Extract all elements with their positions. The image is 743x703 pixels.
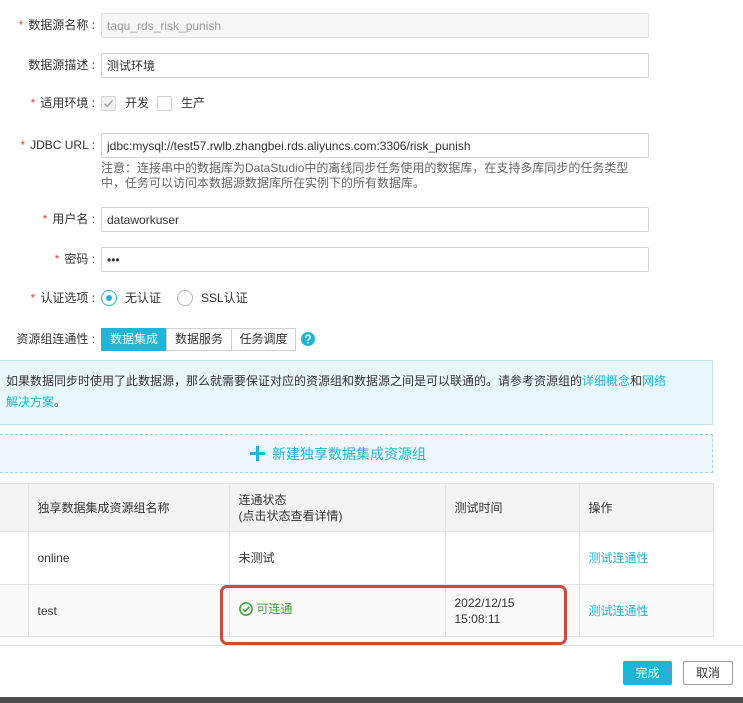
env-prod-checkbox[interactable] <box>157 96 172 111</box>
tab-task-scheduling[interactable]: 任务调度 <box>231 328 296 351</box>
info-line-1: 如果数据同步时使用了此数据源，那么就需要保证对应的资源组和数据源之间是可以联通的… <box>6 371 706 392</box>
note-line: 中，任务可以访问本数据源数据库所在实例下的所有数据库。 <box>101 176 426 190</box>
add-resource-group-label: 新建独享数据集成资源组 <box>272 445 426 462</box>
column-header-status: 连通状态 (点击状态查看详情) <box>228 483 446 532</box>
status-header-hint: (点击状态查看详情) <box>238 508 343 523</box>
label-datasource-name: * 数据源名称 : <box>0 17 95 33</box>
network-solution-link[interactable]: 解决方案 <box>6 395 54 409</box>
column-header-name: 独享数据集成资源组名称 <box>27 483 230 532</box>
datasource-name-input <box>101 13 649 38</box>
table-header-row: 独享数据集成资源组名称 连通状态 (点击状态查看详情) 测试时间 操作 <box>0 483 714 532</box>
env-dev-checkbox <box>101 96 116 111</box>
table-row: online 未测试 测试连通性 <box>0 531 714 585</box>
select-cell <box>0 584 29 637</box>
check-icon <box>103 99 114 108</box>
select-cell <box>0 531 29 585</box>
password-input[interactable] <box>101 247 649 272</box>
test-date: 2022/12/15 <box>454 595 515 610</box>
label-text: 密码 : <box>64 252 95 266</box>
label-text: 适用环境 : <box>40 96 95 110</box>
column-header-action: 操作 <box>578 483 714 532</box>
required-mark: * <box>20 138 26 152</box>
column-header-test-time: 测试时间 <box>444 483 580 532</box>
label-jdbc-url: * JDBC URL : <box>0 137 95 153</box>
table-row: test 可连通 2022/12/15 15:08:11 测试连通性 <box>0 584 714 637</box>
footer-divider <box>0 645 743 646</box>
env-prod-label: 生产 <box>181 96 206 110</box>
test-time <box>444 531 580 585</box>
required-mark: * <box>54 252 60 266</box>
connectivity-tabs: 数据集成 数据服务 任务调度 <box>101 328 296 351</box>
plus-icon <box>250 446 265 461</box>
label-text: 资源组连通性 : <box>16 332 95 346</box>
tab-data-service[interactable]: 数据服务 <box>166 328 232 351</box>
label-text: 认证选项 : <box>40 291 95 305</box>
select-column-header <box>0 483 29 532</box>
connectivity-status[interactable]: 可连通 <box>238 601 293 617</box>
label-text: JDBC URL : <box>30 138 95 152</box>
env-dev-label: 开发 <box>125 96 150 110</box>
window-bottom-edge <box>0 697 743 703</box>
connectivity-status-cell: 可连通 <box>228 584 446 637</box>
jdbc-url-note: 注意：连接串中的数据库为DataStudio中的离线同步任务使用的数据库，在支持… <box>101 161 628 191</box>
cancel-button[interactable]: 取消 <box>683 661 733 685</box>
info-conjunction: 和 <box>630 374 643 388</box>
connectivity-status: 未测试 <box>228 531 446 585</box>
detail-concept-link[interactable]: 详细概念 <box>582 374 630 388</box>
resource-group-name: online <box>27 531 230 585</box>
test-connectivity-link[interactable]: 测试连通性 <box>589 604 649 618</box>
radio-dot <box>106 295 112 301</box>
label-text: 数据源描述 : <box>28 58 95 72</box>
label-text: 数据源名称 : <box>28 18 95 32</box>
info-text: 如果数据同步时使用了此数据源，那么就需要保证对应的资源组和数据源之间是可以联通的… <box>6 374 583 388</box>
required-mark: * <box>18 18 24 32</box>
label-auth-option: * 认证选项 : <box>0 290 95 306</box>
label-password: * 密码 : <box>0 251 95 267</box>
label-environment: * 适用环境 : <box>0 95 95 111</box>
jdbc-url-input[interactable] <box>101 133 649 158</box>
info-line-2: 解决方案。 <box>6 392 706 413</box>
tab-data-integration[interactable]: 数据集成 <box>101 328 167 351</box>
connectivity-info-box: 如果数据同步时使用了此数据源，那么就需要保证对应的资源组和数据源之间是可以联通的… <box>0 360 713 425</box>
auth-ssl-radio[interactable] <box>177 290 193 306</box>
network-solution-link[interactable]: 网络 <box>642 374 666 388</box>
label-username: * 用户名 : <box>0 211 95 227</box>
test-connectivity-link[interactable]: 测试连通性 <box>589 551 649 565</box>
test-clock: 15:08:11 <box>454 611 501 626</box>
resource-group-table: 独享数据集成资源组名称 连通状态 (点击状态查看详情) 测试时间 操作 onli… <box>0 483 714 637</box>
status-text: 可连通 <box>256 602 293 616</box>
question-circle-icon[interactable] <box>301 332 315 346</box>
status-header-title: 连通状态 <box>238 492 287 507</box>
username-input[interactable] <box>101 207 649 232</box>
required-mark: * <box>42 212 48 226</box>
description-input[interactable] <box>101 53 649 78</box>
label-description: 数据源描述 : <box>0 57 95 73</box>
required-mark: * <box>30 291 36 305</box>
label-connectivity: 资源组连通性 : <box>0 331 95 347</box>
resource-group-name: test <box>27 584 230 637</box>
check-circle-icon <box>238 602 253 616</box>
auth-none-label: 无认证 <box>125 291 162 305</box>
info-end: 。 <box>54 395 67 409</box>
auth-ssl-label: SSL认证 <box>201 291 248 305</box>
test-time: 2022/12/15 15:08:11 <box>444 584 580 637</box>
label-text: 用户名 : <box>52 212 95 226</box>
action-cell: 测试连通性 <box>578 584 714 637</box>
finish-button[interactable]: 完成 <box>623 661 672 685</box>
add-resource-group-button[interactable]: 新建独享数据集成资源组 <box>0 434 713 473</box>
action-cell: 测试连通性 <box>578 531 714 585</box>
note-line: 注意：连接串中的数据库为DataStudio中的离线同步任务使用的数据库，在支持… <box>101 161 629 175</box>
required-mark: * <box>30 96 36 110</box>
auth-none-radio[interactable] <box>101 290 117 306</box>
